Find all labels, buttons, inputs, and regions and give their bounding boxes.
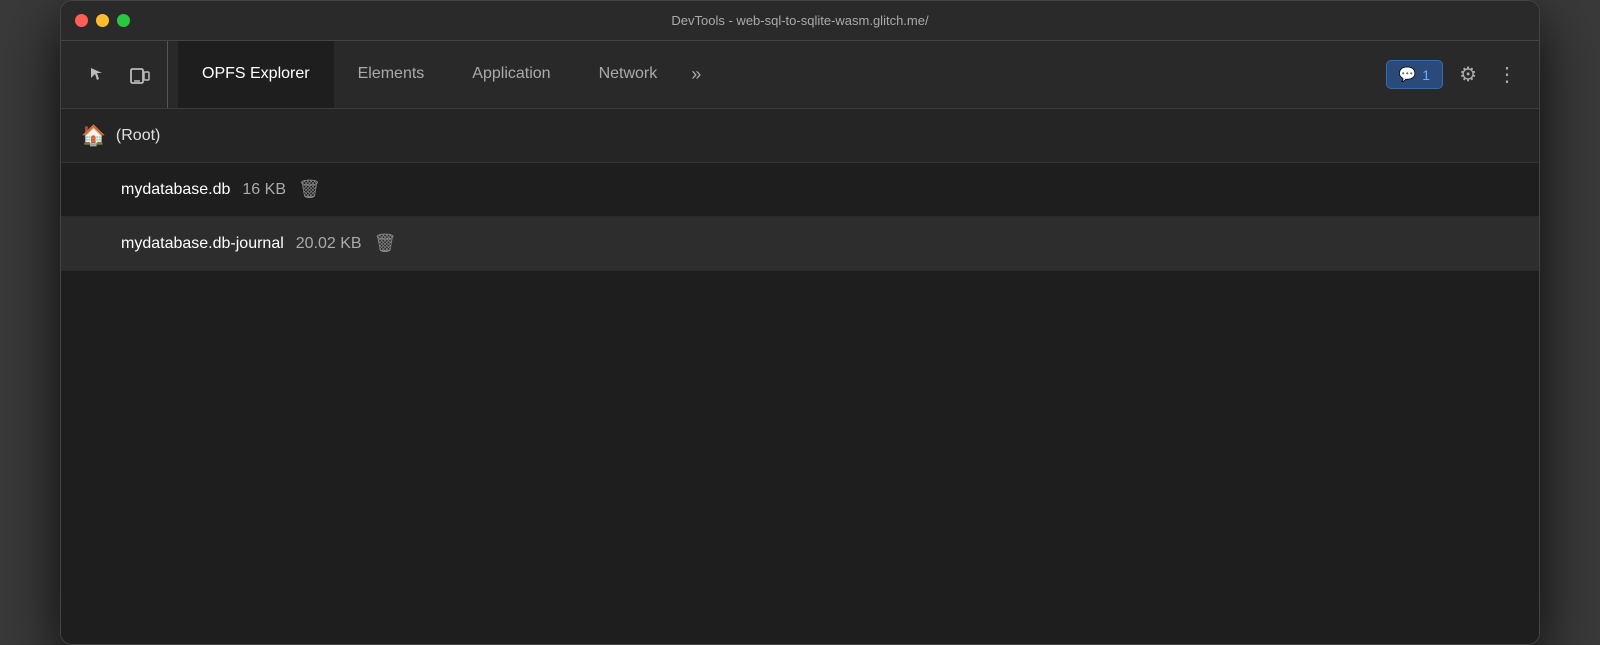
title-bar: DevTools - web-sql-to-sqlite-wasm.glitch… — [61, 1, 1539, 41]
tab-network[interactable]: Network — [575, 41, 682, 108]
devtools-window: DevTools - web-sql-to-sqlite-wasm.glitch… — [60, 0, 1540, 645]
tab-elements[interactable]: Elements — [334, 41, 449, 108]
file-row[interactable]: mydatabase.db 16 KB 🗑 — [61, 163, 1539, 217]
file-size: 20.02 KB — [296, 235, 362, 253]
feedback-count: 1 — [1422, 67, 1430, 83]
file-name: mydatabase.db — [121, 181, 230, 199]
home-icon: 🏠 — [81, 123, 106, 148]
more-options-button[interactable]: ⋮ — [1493, 56, 1521, 93]
minimize-button[interactable] — [96, 14, 109, 27]
window-title: DevTools - web-sql-to-sqlite-wasm.glitch… — [671, 13, 928, 28]
tab-application[interactable]: Application — [448, 41, 574, 108]
settings-button[interactable]: ⚙ — [1451, 56, 1485, 93]
delete-file-icon[interactable]: 🗑 — [374, 233, 397, 254]
tab-opfs-explorer[interactable]: OPFS Explorer — [178, 41, 334, 108]
toolbar: OPFS Explorer Elements Application Netwo… — [61, 41, 1539, 109]
feedback-button[interactable]: 💬 1 — [1386, 60, 1443, 89]
close-button[interactable] — [75, 14, 88, 27]
content-area: 🏠 (Root) mydatabase.db 16 KB 🗑 mydatabas… — [61, 109, 1539, 644]
root-label: (Root) — [116, 127, 160, 145]
toolbar-right: 💬 1 ⚙ ⋮ — [1386, 56, 1529, 93]
inspect-element-button[interactable] — [79, 58, 117, 92]
maximize-button[interactable] — [117, 14, 130, 27]
device-toolbar-button[interactable] — [121, 58, 159, 92]
feedback-icon: 💬 — [1399, 66, 1416, 83]
toolbar-icons-group — [71, 41, 168, 108]
more-tabs-button[interactable]: » — [681, 58, 711, 91]
file-row[interactable]: mydatabase.db-journal 20.02 KB 🗑 — [61, 217, 1539, 271]
delete-file-icon[interactable]: 🗑 — [298, 179, 321, 200]
root-directory-row: 🏠 (Root) — [61, 109, 1539, 163]
traffic-lights — [75, 14, 130, 27]
tab-list: OPFS Explorer Elements Application Netwo… — [178, 41, 1382, 108]
file-name: mydatabase.db-journal — [121, 235, 284, 253]
file-size: 16 KB — [242, 181, 286, 199]
